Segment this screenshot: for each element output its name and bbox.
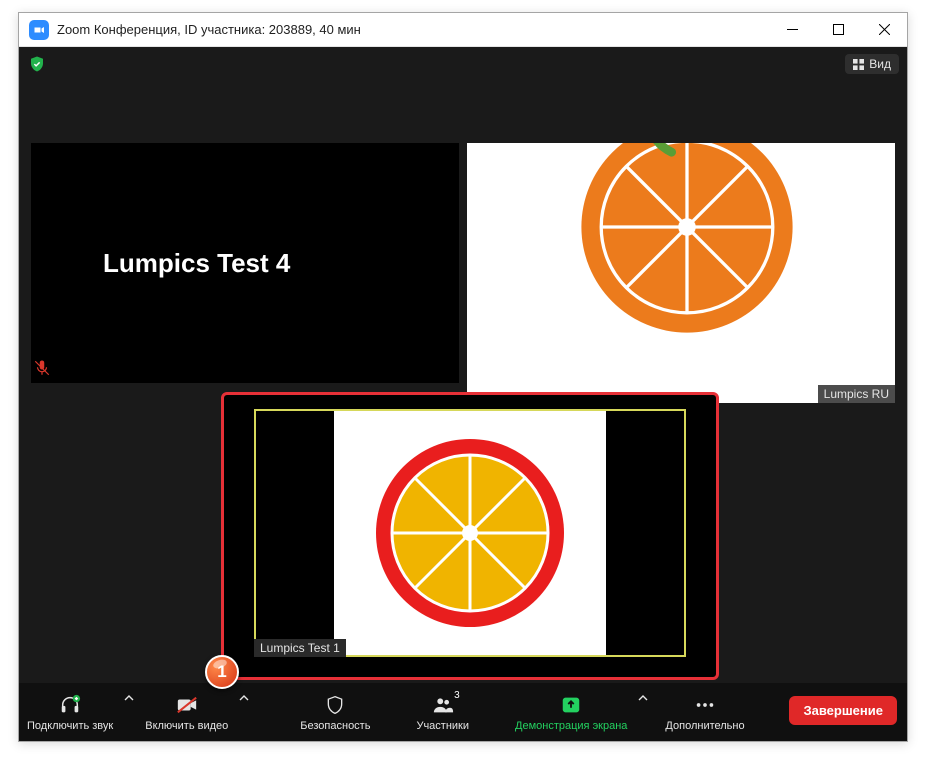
participant-tile-left[interactable]: Lumpics Test 4 (31, 143, 459, 383)
end-label: Завершение (803, 703, 883, 718)
mic-off-icon (33, 359, 51, 382)
video-stage: Вид Lumpics Test 4 (19, 47, 907, 683)
camera-off-icon (176, 692, 198, 718)
end-meeting-button[interactable]: Завершение (789, 696, 897, 725)
close-button[interactable] (861, 13, 907, 46)
window-title: Zoom Конференция, ID участника: 203889, … (57, 22, 769, 37)
more-icon (694, 692, 716, 718)
shield-icon (325, 692, 345, 718)
security-label: Безопасность (300, 720, 370, 732)
maximize-button[interactable] (815, 13, 861, 46)
encryption-shield-icon[interactable] (27, 54, 47, 74)
share-screen-button[interactable]: Демонстрация экрана (507, 683, 635, 741)
participants-label: Участники (416, 720, 469, 732)
participants-button[interactable]: 3 Участники (408, 683, 477, 741)
minimize-button[interactable] (769, 13, 815, 46)
toolbar: Подключить звук Включить видео Безопасно… (19, 683, 907, 741)
participant-name-left: Lumpics Test 4 (103, 248, 290, 279)
video-label: Включить видео (145, 720, 228, 732)
share-chevron[interactable] (635, 683, 651, 741)
zoom-logo-icon (29, 20, 49, 40)
video-button[interactable]: Включить видео (137, 683, 236, 741)
participant-name-right: Lumpics RU (818, 385, 895, 403)
share-label: Демонстрация экрана (515, 720, 627, 732)
more-button[interactable]: Дополнительно (657, 683, 752, 741)
security-button[interactable]: Безопасность (292, 683, 378, 741)
view-button[interactable]: Вид (845, 54, 899, 74)
participant-tile-right[interactable]: Lumpics RU (467, 143, 895, 403)
lemon-avatar-icon (334, 411, 606, 655)
more-label: Дополнительно (665, 720, 744, 732)
audio-button[interactable]: Подключить звук (19, 683, 121, 741)
participants-icon: 3 (432, 692, 454, 718)
titlebar: Zoom Конференция, ID участника: 203889, … (19, 13, 907, 47)
view-label: Вид (869, 57, 891, 71)
audio-label: Подключить звук (27, 720, 113, 732)
audio-chevron[interactable] (121, 683, 137, 741)
callout-badge: 1 (205, 655, 239, 689)
app-window: Zoom Конференция, ID участника: 203889, … (18, 12, 908, 742)
video-chevron[interactable] (236, 683, 252, 741)
headphones-icon (59, 692, 81, 718)
orange-avatar-icon (577, 143, 797, 342)
self-name-label: Lumpics Test 1 (254, 639, 346, 657)
share-screen-icon (560, 692, 582, 718)
self-video-tile[interactable]: Lumpics Test 1 (221, 392, 719, 680)
participants-count: 3 (454, 690, 460, 701)
